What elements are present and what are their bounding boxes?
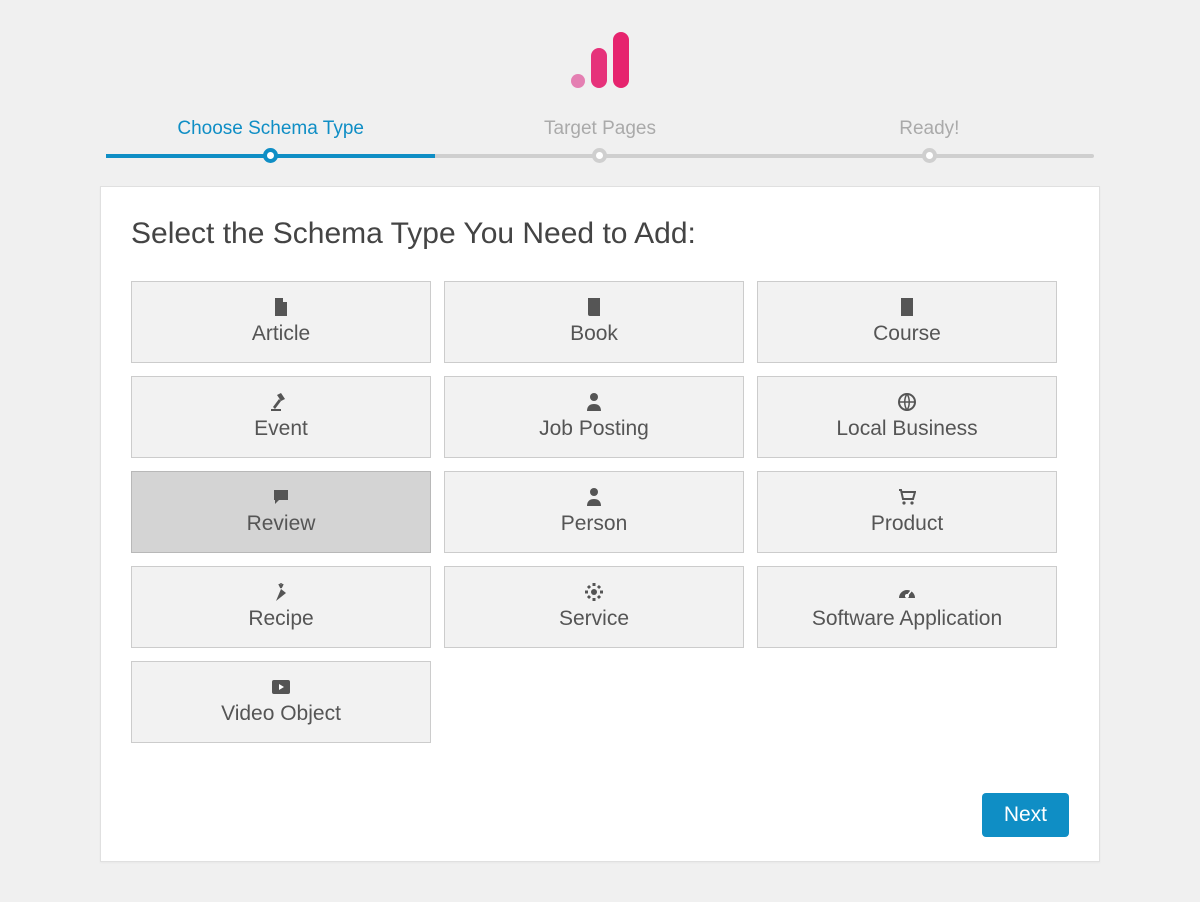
schema-tile-article[interactable]: Article <box>131 281 431 363</box>
schema-tile-job-posting[interactable]: Job Posting <box>444 376 744 458</box>
schema-card: Select the Schema Type You Need to Add: … <box>100 186 1100 862</box>
step-dot-2 <box>922 148 937 163</box>
schema-tile-label: Book <box>451 322 737 346</box>
schema-tile-video-object[interactable]: Video Object <box>131 661 431 743</box>
brand-logo <box>0 28 1200 88</box>
schema-tile-event[interactable]: Event <box>131 376 431 458</box>
schema-tile-label: Local Business <box>764 417 1050 441</box>
play-icon <box>138 676 424 698</box>
schema-tile-software-application[interactable]: Software Application <box>757 566 1057 648</box>
schema-tile-label: Recipe <box>138 607 424 631</box>
step-label-0: Choose Schema Type <box>106 118 435 140</box>
wizard-stepper: Choose Schema TypeTarget PagesReady! <box>106 118 1094 158</box>
schema-tile-recipe[interactable]: Recipe <box>131 566 431 648</box>
schema-tile-person[interactable]: Person <box>444 471 744 553</box>
schema-tile-label: Software Application <box>764 607 1050 631</box>
step-label-1: Target Pages <box>435 118 764 140</box>
step-dot-1 <box>592 148 607 163</box>
schema-tile-label: Event <box>138 417 424 441</box>
next-button[interactable]: Next <box>982 793 1069 837</box>
step-label-2: Ready! <box>765 118 1094 140</box>
schema-tile-review[interactable]: Review <box>131 471 431 553</box>
gauge-icon <box>764 581 1050 603</box>
file-icon <box>138 296 424 318</box>
schema-tile-label: Article <box>138 322 424 346</box>
globe-icon <box>764 391 1050 413</box>
schema-tile-label: Job Posting <box>451 417 737 441</box>
book-icon <box>451 296 737 318</box>
card-heading: Select the Schema Type You Need to Add: <box>131 217 1069 251</box>
carrot-icon <box>138 581 424 603</box>
schema-tile-product[interactable]: Product <box>757 471 1057 553</box>
gear-icon <box>451 581 737 603</box>
schema-tile-course[interactable]: Course <box>757 281 1057 363</box>
schema-tile-label: Product <box>764 512 1050 536</box>
gavel-icon <box>138 391 424 413</box>
person-icon <box>451 391 737 413</box>
schema-tile-local-business[interactable]: Local Business <box>757 376 1057 458</box>
schema-tile-label: Service <box>451 607 737 631</box>
schema-tile-label: Person <box>451 512 737 536</box>
schema-tile-label: Review <box>138 512 424 536</box>
schema-tile-label: Video Object <box>138 702 424 726</box>
person-icon <box>451 486 737 508</box>
cart-icon <box>764 486 1050 508</box>
schema-grid: Article Book Course Event Job Posting Local B… <box>131 281 1069 743</box>
step-dot-0 <box>263 148 278 163</box>
doc-icon <box>764 296 1050 318</box>
schema-tile-service[interactable]: Service <box>444 566 744 648</box>
comment-icon <box>138 486 424 508</box>
schema-tile-book[interactable]: Book <box>444 281 744 363</box>
schema-tile-label: Course <box>764 322 1050 346</box>
